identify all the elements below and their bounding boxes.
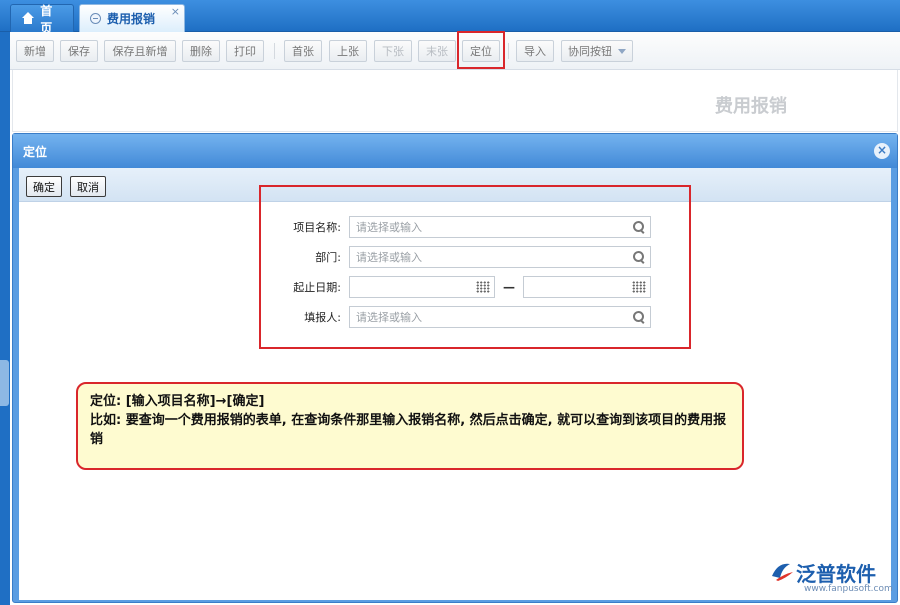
brand-logo: 泛普软件 www.fanpusoft.com: [770, 558, 895, 598]
print-button[interactable]: 打印: [226, 40, 264, 62]
toolbar-divider: [508, 43, 509, 59]
collaboration-dropdown-label: 协同按钮: [568, 45, 612, 58]
tab-bar: 首页 费用报销 ×: [0, 0, 900, 35]
toolbar: 新增 保存 保存且新增 删除 打印 首张 上张 下张 末张 定位 导入 协同按钮: [10, 32, 900, 70]
tab-expense-label: 费用报销: [107, 12, 156, 26]
tab-expense-reimbursement[interactable]: 费用报销 ×: [79, 4, 185, 32]
save-and-new-button[interactable]: 保存且新增: [104, 40, 176, 62]
collaboration-dropdown-button[interactable]: 协同按钮: [561, 40, 633, 62]
logo-text: 泛普软件: [796, 562, 876, 586]
logo-mark-icon: [772, 563, 793, 581]
instruction-note: 定位: [输入项目名称]→[确定] 比如: 要查询一个费用报销的表单, 在查询条…: [76, 382, 744, 470]
save-button[interactable]: 保存: [60, 40, 98, 62]
note-line-1: 定位: [输入项目名称]→[确定]: [90, 394, 265, 409]
next-record-button[interactable]: 下张: [374, 40, 412, 62]
document-header: 费用报销: [12, 70, 898, 132]
tab-home-label: 首页: [40, 3, 53, 35]
first-record-button[interactable]: 首张: [284, 40, 322, 62]
previous-record-button[interactable]: 上张: [329, 40, 367, 62]
tab-home[interactable]: 首页: [10, 4, 74, 35]
dialog-header: 定位 ×: [13, 134, 897, 168]
note-line-2: 比如: 要查询一个费用报销的表单, 在查询条件那里输入报销名称, 然后点击确定,…: [90, 413, 727, 447]
document-title: 费用报销: [715, 96, 787, 117]
delete-button[interactable]: 删除: [182, 40, 220, 62]
dialog-title: 定位: [23, 144, 48, 159]
chevron-down-icon: [618, 48, 626, 54]
toolbar-divider: [274, 43, 275, 59]
new-button[interactable]: 新增: [16, 40, 54, 62]
locate-highlight-box: [457, 31, 505, 69]
dialog-close-icon[interactable]: ×: [874, 143, 890, 159]
tab-close-icon[interactable]: ×: [171, 5, 180, 18]
side-collapse-handle[interactable]: [0, 360, 9, 406]
import-button[interactable]: 导入: [516, 40, 554, 62]
document-icon: [90, 13, 101, 24]
home-icon: [21, 11, 35, 26]
form-highlight-box: [259, 185, 691, 349]
logo-url: www.fanpusoft.com: [804, 584, 893, 594]
last-record-button[interactable]: 末张: [418, 40, 456, 62]
cancel-button[interactable]: 取消: [70, 176, 106, 197]
confirm-button[interactable]: 确定: [26, 176, 62, 197]
